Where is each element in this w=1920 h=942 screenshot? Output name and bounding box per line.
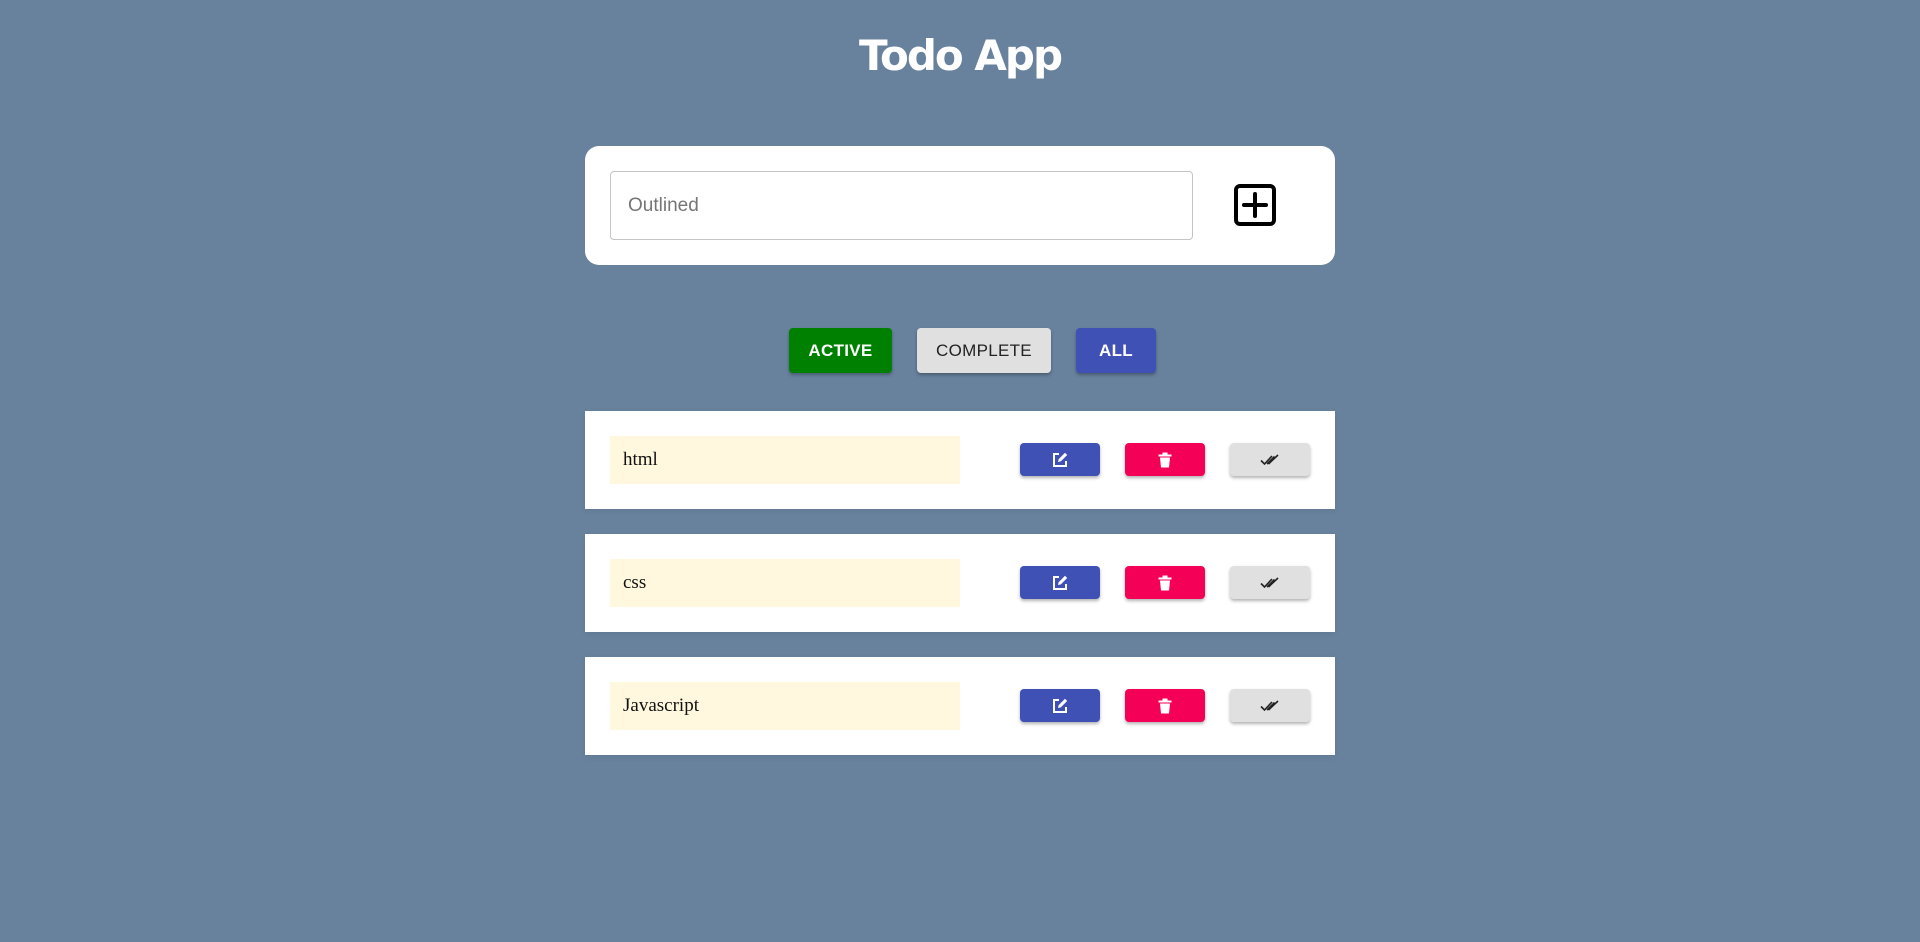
edit-button[interactable] xyxy=(1020,443,1100,476)
add-todo-button[interactable] xyxy=(1227,177,1283,233)
double-check-icon xyxy=(1260,453,1279,465)
todo-text: html xyxy=(610,436,960,484)
delete-button[interactable] xyxy=(1125,566,1205,599)
todo-input[interactable] xyxy=(610,171,1193,240)
edit-button[interactable] xyxy=(1020,689,1100,722)
complete-button[interactable] xyxy=(1230,443,1310,476)
todo-text: Javascript xyxy=(610,682,960,730)
plus-square-icon xyxy=(1234,184,1276,226)
filter-complete-button[interactable]: COMPLETE xyxy=(917,328,1051,373)
delete-button[interactable] xyxy=(1125,689,1205,722)
filter-active-button[interactable]: ACTIVE xyxy=(789,328,892,373)
complete-button[interactable] xyxy=(1230,689,1310,722)
todo-text: css xyxy=(610,559,960,607)
new-todo-card xyxy=(585,146,1335,265)
delete-button[interactable] xyxy=(1125,443,1205,476)
filter-all-button[interactable]: ALL xyxy=(1076,328,1156,373)
page-title: Todo App xyxy=(858,31,1063,80)
edit-icon xyxy=(1053,452,1068,467)
trash-icon xyxy=(1158,452,1172,467)
double-check-icon xyxy=(1260,576,1279,588)
todo-item: Javascript xyxy=(585,657,1335,755)
edit-icon xyxy=(1053,698,1068,713)
trash-icon xyxy=(1158,575,1172,590)
todo-item: css xyxy=(585,534,1335,632)
edit-button[interactable] xyxy=(1020,566,1100,599)
trash-icon xyxy=(1158,698,1172,713)
edit-icon xyxy=(1053,575,1068,590)
complete-button[interactable] xyxy=(1230,566,1310,599)
double-check-icon xyxy=(1260,699,1279,711)
todo-item: html xyxy=(585,411,1335,509)
filter-bar: ACTIVE COMPLETE ALL xyxy=(0,328,1920,373)
